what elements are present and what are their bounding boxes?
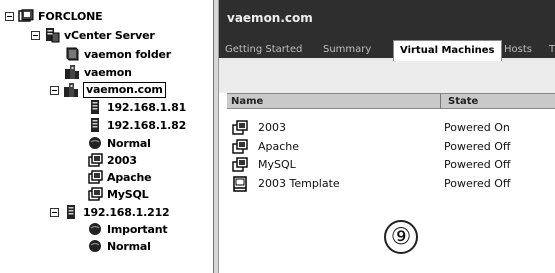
host-icon [62,204,79,220]
tree-label: FORCLONE [38,9,103,23]
tree-node-pool-normal-2[interactable]: Normal [86,237,151,255]
host-icon [86,117,103,133]
tab-overflow[interactable]: T [549,42,555,61]
tree-label: vaemon [84,65,132,79]
datacenter-icon [62,82,79,98]
table-row[interactable]: 2003 Powered On [232,119,552,137]
vm-icon [232,157,248,172]
collapse-toggle-icon[interactable] [5,11,14,21]
tab-getting-started[interactable]: Getting Started [225,42,302,61]
tree-node-vaemon-com[interactable]: vaemon.com [50,81,166,99]
tree-node-vaemon[interactable]: vaemon [63,63,132,81]
callout-number: ⑨ [384,220,418,254]
vm-icon [86,186,103,202]
tab-virtual-machines[interactable]: Virtual Machines [393,40,502,61]
resource-pool-icon [86,135,103,151]
vm-name: Apache [258,140,300,153]
tree-node-host-212[interactable]: 192.168.1.212 [50,203,170,221]
tree-label: MySQL [107,187,149,201]
vcenter-server-icon [43,27,60,43]
panel-title: vaemon.com [227,11,313,25]
collapse-toggle-icon[interactable] [31,30,40,40]
tree-label: 192.168.1.212 [83,205,170,219]
tree-label: vaemon folder [84,47,172,61]
tree-node-host-82[interactable]: 192.168.1.82 [86,116,186,134]
template-icon [233,176,247,192]
vm-icon [232,120,248,135]
inventory-tree: FORCLONE vCenter Server vaemon folder va… [0,0,213,273]
tree-node-pool-normal[interactable]: Normal [86,134,151,152]
panel-title-bar: vaemon.com [219,0,555,38]
resource-pool-icon [86,238,103,254]
tab-hosts[interactable]: Hosts [504,42,532,61]
tree-label: Normal [107,239,151,253]
table-row[interactable]: 2003 Template Powered Off [232,175,552,193]
table-row[interactable]: Apache Powered Off [232,138,552,156]
list-toolbar-area [219,61,555,93]
tree-node-vcenter[interactable]: vCenter Server [31,26,155,44]
tree-label: 2003 [107,153,137,167]
host-icon [86,99,103,115]
collapse-toggle-icon[interactable] [50,85,59,95]
vm-name: MySQL [258,158,296,171]
vm-icon [86,169,103,185]
vm-state: Powered Off [444,140,511,153]
vsphere-client-icon [17,8,34,24]
column-separator[interactable] [440,94,441,109]
table-row[interactable]: MySQL Powered Off [232,156,552,174]
detail-panel: vaemon.com Getting Started Summary Virtu… [219,0,555,273]
vm-icon [86,152,103,168]
resource-pool-icon [86,221,103,237]
tab-bar: Getting Started Summary Virtual Machines… [219,38,555,61]
folder-icon [63,46,80,62]
tree-label-selected: vaemon.com [83,82,166,98]
list-header: Name State [227,93,555,109]
datacenter-icon [63,64,80,80]
vm-icon [232,139,248,154]
tree-node-pool-important[interactable]: Important [86,220,168,238]
tree-label: 192.168.1.81 [107,100,187,114]
vm-name: 2003 [258,121,286,134]
tree-label: Apache [107,170,152,184]
collapse-toggle-icon[interactable] [50,207,59,217]
tree-node-forclone[interactable]: FORCLONE [5,7,103,25]
tree-label: vCenter Server [64,28,155,42]
column-header-state[interactable]: State [448,94,478,109]
tree-label: 192.168.1.82 [107,118,187,132]
tree-node-vaemon-folder[interactable]: vaemon folder [63,45,171,63]
tab-summary[interactable]: Summary [323,42,371,61]
vm-state: Powered Off [444,158,511,171]
tree-node-vm-2003[interactable]: 2003 [86,151,137,169]
vm-name: 2003 Template [258,177,340,190]
tree-node-host-81[interactable]: 192.168.1.81 [86,98,186,116]
tree-label: Normal [107,136,151,150]
tree-node-vm-apache[interactable]: Apache [86,168,152,186]
vm-state: Powered On [444,121,510,134]
tree-label: Important [107,222,168,236]
tree-node-vm-mysql[interactable]: MySQL [86,185,149,203]
vm-state: Powered Off [444,177,511,190]
column-header-name[interactable]: Name [231,94,263,109]
